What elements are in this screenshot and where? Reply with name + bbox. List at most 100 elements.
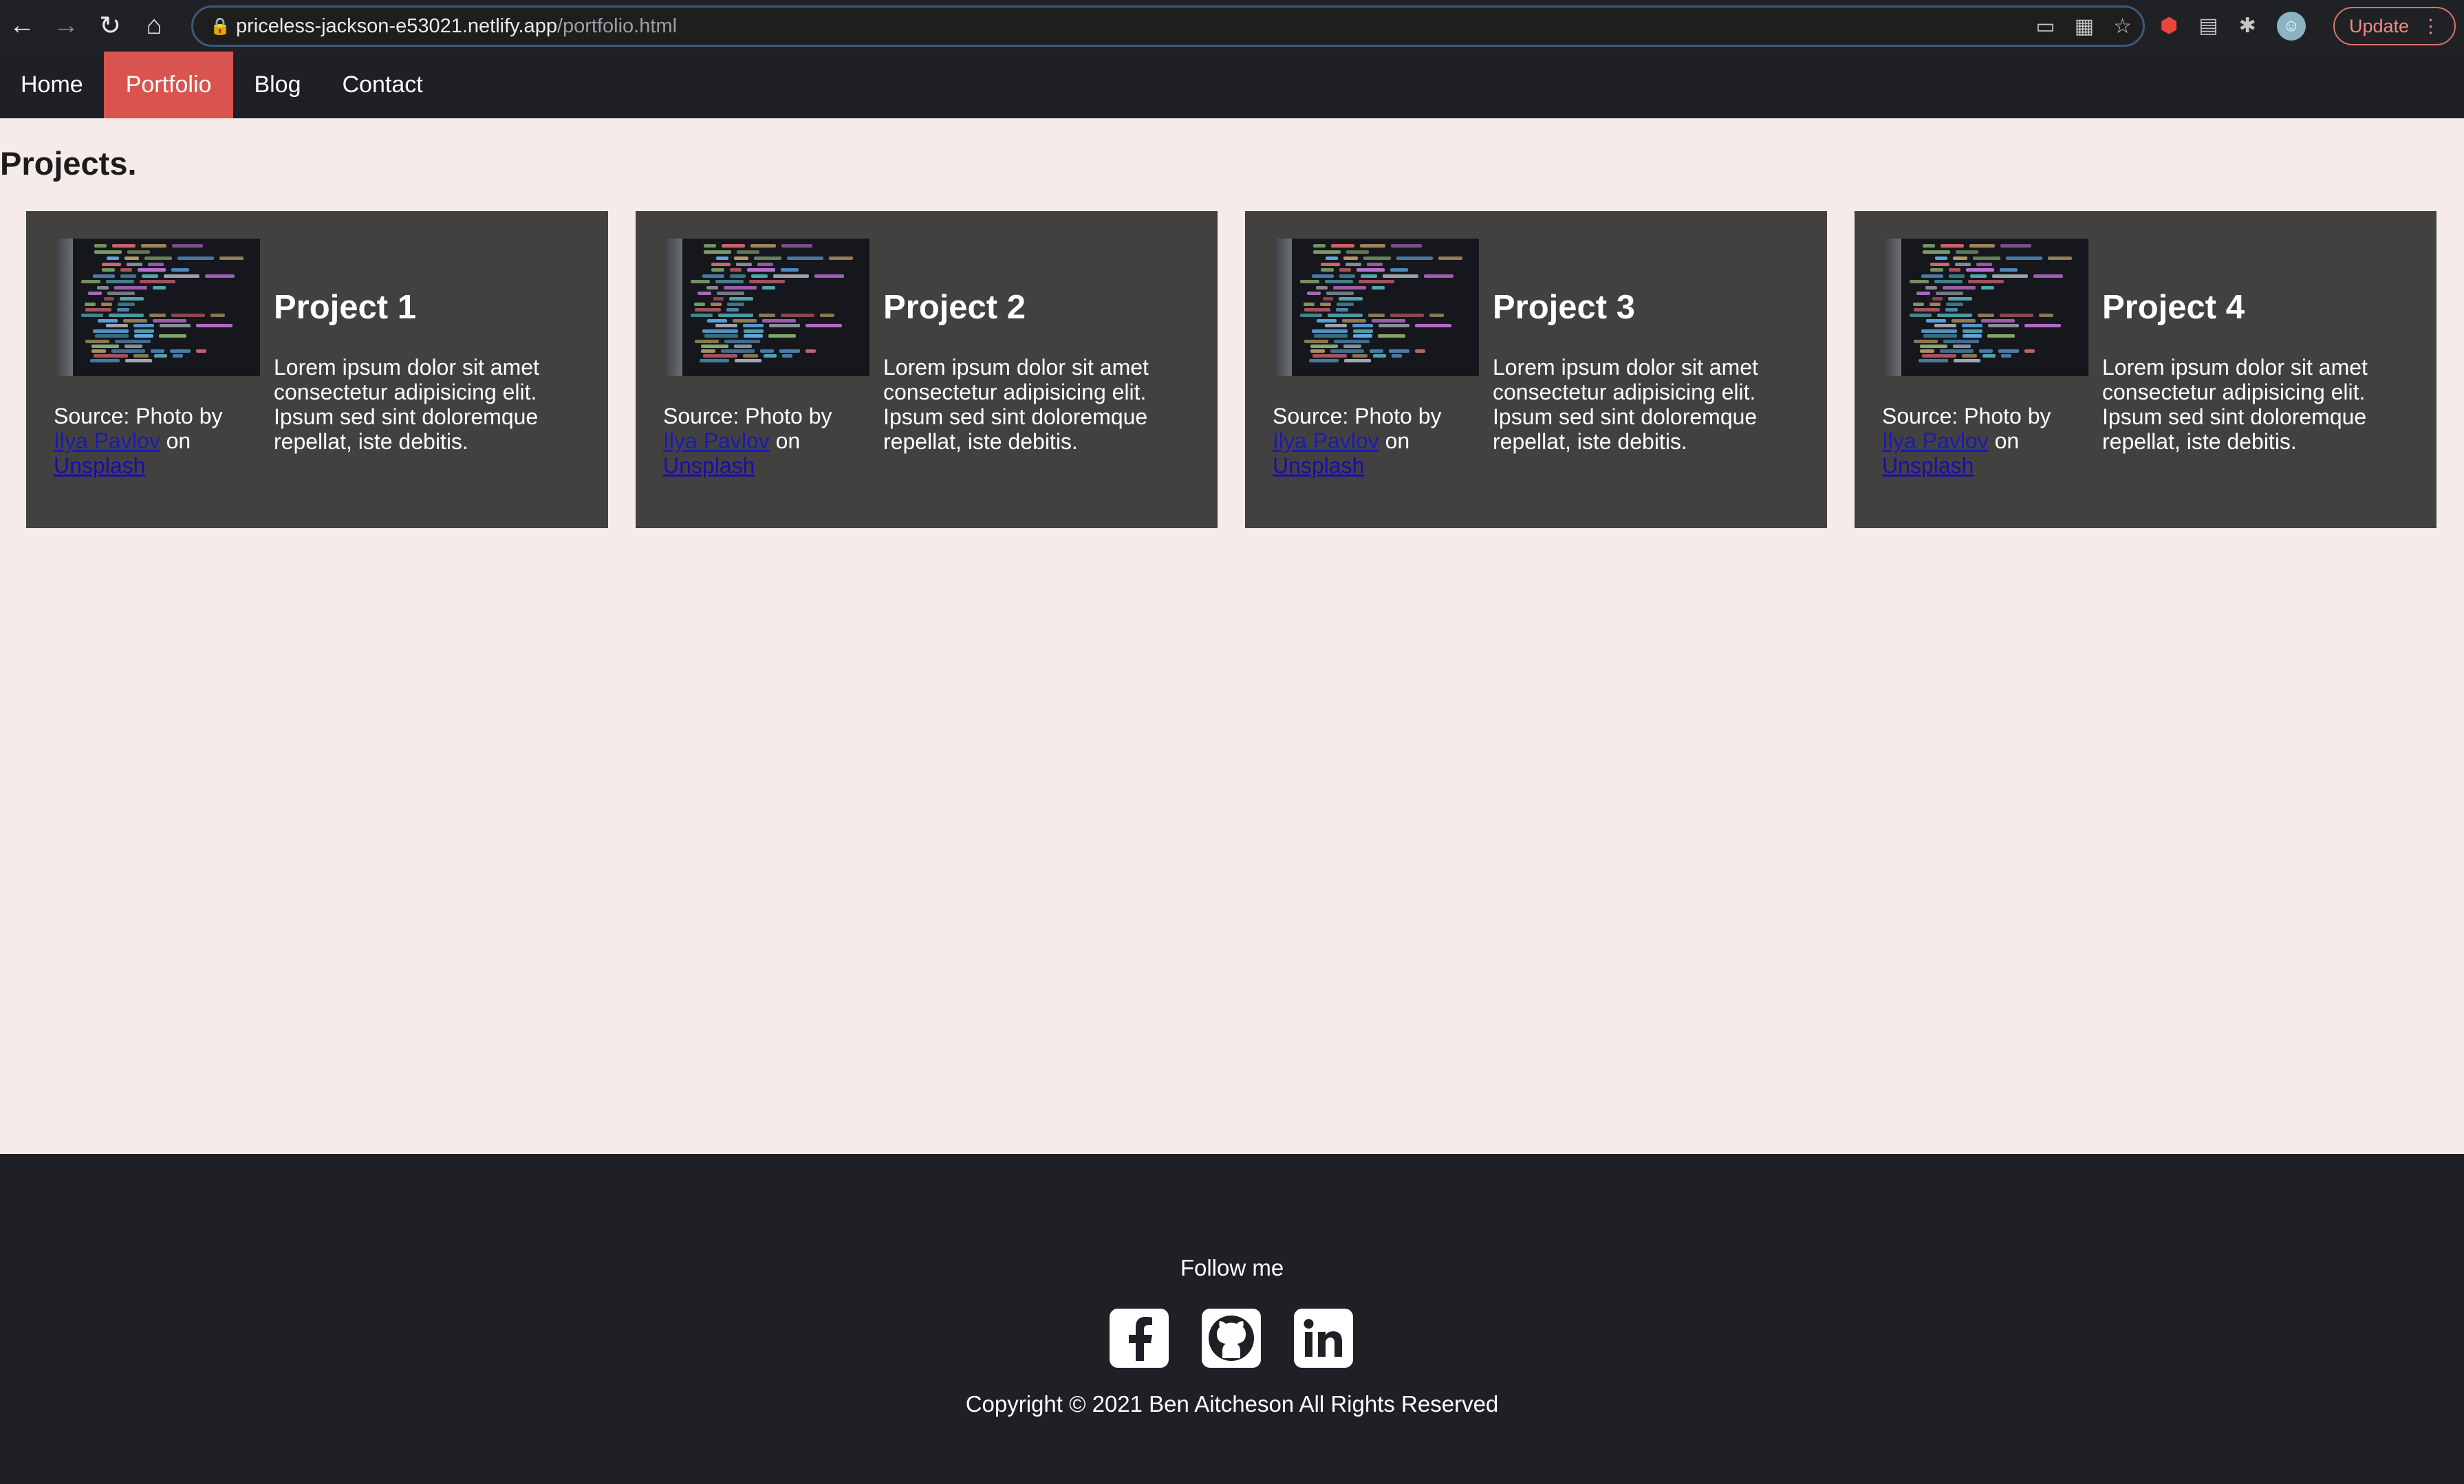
code-line: [171, 313, 205, 317]
cast-icon[interactable]: ▭: [2035, 14, 2055, 39]
photo-credit: Source: Photo by Ilya Pavlov on Unsplash: [54, 404, 253, 478]
browser-toolbar: ← → ↻ ⌂ 🔒 priceless-jackson-e53021.netli…: [0, 0, 2464, 52]
code-line: [140, 280, 175, 284]
credit-on: on: [775, 428, 801, 453]
project-title: Project 2: [883, 289, 1026, 326]
code-line: [127, 262, 142, 266]
project-list: Source: Photo by Ilya Pavlov on Unsplash P…: [26, 211, 2438, 528]
code-line: [104, 296, 114, 301]
code-line: [1968, 280, 2004, 284]
code-line: [1337, 303, 1354, 306]
facebook-icon[interactable]: [1110, 1309, 1169, 1368]
credit-prefix: Source: Photo by: [663, 404, 832, 428]
code-line: [1963, 334, 1982, 338]
code-line: [1328, 313, 1363, 317]
code-line: [1373, 354, 1386, 358]
code-line: [695, 307, 721, 312]
home-icon[interactable]: ⌂: [132, 0, 176, 52]
project-title: Project 3: [1493, 289, 1635, 326]
forward-icon[interactable]: →: [44, 0, 88, 52]
profile-avatar[interactable]: ☺: [2276, 11, 2306, 41]
code-line: [724, 285, 757, 290]
menu-icon: ⋮: [2421, 15, 2441, 36]
nav-item-contact[interactable]: Contact: [322, 52, 444, 118]
code-line: [172, 244, 203, 248]
nav-item-blog[interactable]: Blog: [233, 52, 321, 118]
address-bar[interactable]: 🔒 priceless-jackson-e53021.netlify.app/p…: [191, 6, 2145, 47]
media-icon[interactable]: ▤: [2198, 14, 2218, 38]
code-line: [1357, 268, 1385, 272]
project-card: Source: Photo by Ilya Pavlov on Unsplash P…: [26, 211, 608, 528]
code-line: [196, 349, 206, 353]
code-line: [1352, 324, 1373, 328]
unsplash-link[interactable]: Unsplash: [1882, 453, 1974, 478]
unsplash-link[interactable]: Unsplash: [54, 453, 145, 478]
code-line: [93, 274, 115, 278]
code-line: [85, 303, 96, 306]
unsplash-link[interactable]: Unsplash: [1273, 453, 1364, 478]
code-line: [814, 274, 844, 278]
code-line: [154, 354, 167, 358]
code-line: [691, 280, 710, 284]
code-line: [711, 262, 731, 266]
code-line: [782, 354, 792, 358]
code-line: [757, 262, 773, 266]
code-line: [1966, 268, 1994, 272]
code-line: [1343, 344, 1361, 348]
code-line: [1370, 349, 1383, 353]
update-button[interactable]: Update ⋮: [2333, 7, 2456, 45]
linkedin-icon[interactable]: [1294, 1309, 1353, 1368]
project-title: Project 1: [274, 289, 416, 326]
code-line: [768, 334, 796, 338]
qr-icon[interactable]: ▦: [2075, 14, 2094, 39]
code-line: [717, 291, 744, 295]
extension-icon[interactable]: ⬢: [2160, 14, 2178, 38]
project-thumbnail: [54, 239, 260, 376]
code-line: [735, 358, 761, 362]
code-line: [711, 303, 722, 306]
code-line: [730, 268, 742, 272]
nav-item-portfolio[interactable]: Portfolio: [103, 52, 234, 118]
monitor-bezel: [54, 239, 73, 376]
github-icon[interactable]: [1202, 1309, 1261, 1368]
code-line: [107, 291, 135, 295]
author-link[interactable]: Ilya Pavlov: [663, 428, 770, 453]
code-line: [754, 256, 781, 260]
code-line: [1438, 256, 1462, 260]
photo-credit: Source: Photo by Ilya Pavlov on Unsplash: [1273, 404, 1472, 478]
code-line: [1321, 262, 1340, 266]
reload-icon[interactable]: ↻: [88, 0, 132, 52]
back-icon[interactable]: ←: [0, 0, 44, 52]
nav-item-home[interactable]: Home: [0, 52, 104, 118]
puzzle-icon[interactable]: ✱: [2239, 14, 2256, 38]
author-link[interactable]: Ilya Pavlov: [1273, 428, 1379, 453]
project-title: Project 4: [2102, 289, 2245, 326]
code-line: [1309, 358, 1339, 362]
code-line: [764, 354, 777, 358]
code-line: [1923, 250, 1950, 254]
url-text[interactable]: priceless-jackson-e53021.netlify.app/por…: [236, 15, 677, 38]
code-line: [769, 324, 800, 328]
code-line: [1914, 339, 1938, 343]
code-line: [1914, 307, 1940, 312]
code-line: [125, 358, 152, 362]
code-line: [1956, 250, 1978, 254]
project-description: Lorem ipsum dolor sit amet consectetur a…: [274, 355, 539, 454]
monitor-bezel: [1273, 239, 1292, 376]
unsplash-link[interactable]: Unsplash: [663, 453, 755, 478]
author-link[interactable]: Ilya Pavlov: [1882, 428, 1989, 453]
author-link[interactable]: Ilya Pavlov: [54, 428, 160, 453]
code-line: [773, 274, 809, 278]
code-line: [1353, 329, 1373, 333]
star-icon[interactable]: ☆: [2113, 14, 2132, 39]
code-line: [1981, 318, 2015, 323]
code-line: [1307, 291, 1321, 295]
code-line: [730, 274, 746, 278]
code-line: [1342, 318, 1366, 323]
code-line: [1313, 244, 1326, 248]
code-line: [1921, 274, 1943, 278]
code-line: [1415, 349, 1425, 353]
copyright-text: Copyright © 2021 Ben Aitcheson All Right…: [965, 1391, 1499, 1417]
code-line: [205, 274, 235, 278]
url-host: priceless-jackson-e53021.netlify.app: [236, 14, 557, 37]
